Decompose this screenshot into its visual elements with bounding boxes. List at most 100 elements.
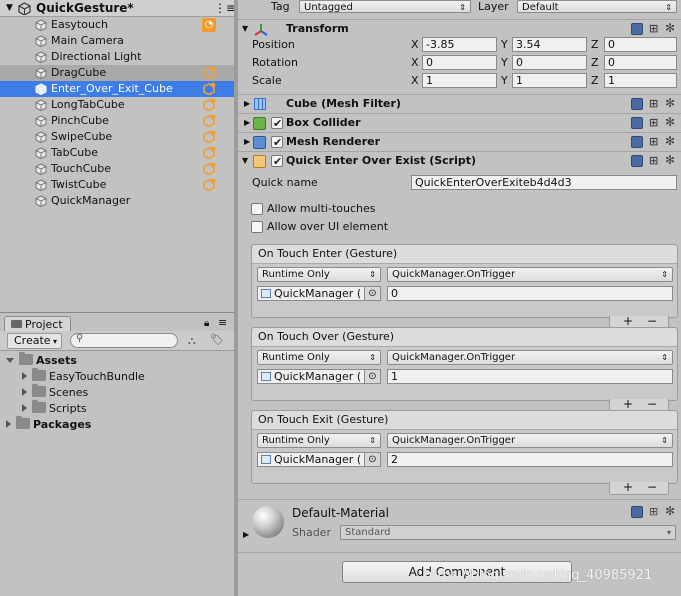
preset-sliders-icon[interactable]: ⊞ — [649, 506, 661, 518]
hierarchy-item[interactable]: Directional Light — [0, 49, 234, 65]
position-x-field[interactable]: -3.85 — [422, 37, 497, 52]
tag-dropdown[interactable]: Untagged ⇕ — [299, 0, 471, 13]
chevron-down-icon[interactable]: ▼ — [242, 20, 248, 38]
filter-type-icon[interactable]: ⛬ — [188, 334, 196, 348]
gear-icon[interactable]: ✻ — [665, 154, 677, 166]
position-z-field[interactable]: 0 — [604, 37, 677, 52]
transform-header[interactable]: ▼ Transform ⊞ ✻ — [238, 19, 681, 38]
hierarchy-item[interactable]: TwistCube — [0, 177, 234, 193]
help-book-icon[interactable] — [631, 136, 643, 148]
chevron-right-icon[interactable]: ▶ — [243, 530, 249, 539]
shader-dropdown[interactable]: Standard ▾ — [340, 525, 676, 540]
rotation-axis-x-label[interactable]: X — [411, 56, 419, 70]
collapse-arrow-icon[interactable] — [6, 420, 11, 428]
hierarchy-item[interactable]: Main Camera — [0, 33, 234, 49]
rotation-axis-z-label[interactable]: Z — [591, 56, 599, 70]
hierarchy-menu-icon[interactable]: ⋮≡ — [214, 1, 234, 15]
runtime-dropdown[interactable]: Runtime Only ⇕ — [257, 350, 381, 365]
help-book-icon[interactable] — [631, 23, 643, 35]
object-field[interactable]: QuickManager (⊙ — [257, 286, 381, 301]
lock-icon[interactable]: 🔒︎ — [204, 318, 209, 329]
search-input[interactable]: ⚲ — [70, 333, 178, 348]
preset-sliders-icon[interactable]: ⊞ — [649, 98, 661, 110]
box-collider-header[interactable]: ▶ Box Collider ⊞✻ — [238, 113, 681, 133]
argument-field[interactable]: 2 — [387, 452, 673, 467]
panel-menu-icon[interactable]: ≡ — [218, 316, 227, 329]
scale-y-field[interactable]: 1 — [512, 73, 587, 88]
hierarchy-item[interactable]: TabCube — [0, 145, 234, 161]
hierarchy-item[interactable]: TouchCube — [0, 161, 234, 177]
hierarchy-item[interactable]: QuickManager — [0, 193, 234, 209]
position-axis-x-label[interactable]: X — [411, 38, 419, 52]
remove-listener-button[interactable]: − — [647, 315, 657, 327]
rotation-y-field[interactable]: 0 — [512, 55, 587, 70]
gear-icon[interactable]: ✻ — [665, 22, 677, 34]
scale-axis-y-label[interactable]: Y — [501, 74, 508, 88]
box-collider-enabled-checkbox[interactable] — [271, 115, 283, 133]
add-listener-button[interactable]: + — [623, 481, 633, 493]
runtime-dropdown[interactable]: Runtime Only ⇕ — [257, 267, 381, 282]
hierarchy-item[interactable]: Enter_Over_Exit_Cube — [0, 81, 234, 97]
argument-field[interactable]: 0 — [387, 286, 673, 301]
tree-item-easytouchbundle[interactable]: EasyTouchBundle — [22, 368, 145, 385]
collapse-arrow-icon[interactable] — [22, 404, 27, 412]
tree-item-packages[interactable]: Packages — [6, 416, 91, 433]
script-component-header[interactable]: ▼ Quick Enter Over Exist (Script) ⊞✻ — [238, 151, 681, 171]
rotation-z-field[interactable]: 0 — [604, 55, 677, 70]
hierarchy-item[interactable]: Easytouch ◔ — [0, 17, 234, 33]
hierarchy-item[interactable]: SwipeCube — [0, 129, 234, 145]
preset-sliders-icon[interactable]: ⊞ — [649, 117, 661, 129]
help-book-icon[interactable] — [631, 506, 643, 518]
hierarchy-item[interactable]: DragCube — [0, 65, 234, 81]
hierarchy-item[interactable]: LongTabCube — [0, 97, 234, 113]
object-field[interactable]: QuickManager (⊙ — [257, 369, 381, 384]
chevron-down-icon[interactable]: ▼ — [6, 3, 13, 13]
gear-icon[interactable]: ✻ — [665, 116, 677, 128]
scale-axis-x-label[interactable]: X — [411, 74, 419, 88]
mesh-renderer-header[interactable]: ▶ Mesh Renderer ⊞✻ — [238, 132, 681, 152]
rotation-x-field[interactable]: 0 — [422, 55, 497, 70]
remove-listener-button[interactable]: − — [647, 481, 657, 493]
quick-name-field[interactable]: QuickEnterOverExiteb4d4d3 — [411, 175, 677, 190]
mesh-filter-header[interactable]: ▶ Cube (Mesh Filter) ⊞ ✻ — [238, 94, 681, 113]
gear-icon[interactable]: ✻ — [665, 135, 677, 147]
function-dropdown[interactable]: QuickManager.OnTrigger ⇕ — [387, 350, 673, 365]
label-filter-icon[interactable]: 🏷︎ — [210, 333, 224, 346]
remove-listener-button[interactable]: − — [647, 398, 657, 410]
hierarchy-item[interactable]: PinchCube — [0, 113, 234, 129]
layer-dropdown[interactable]: Default ⇕ — [517, 0, 677, 13]
position-axis-y-label[interactable]: Y — [501, 38, 508, 52]
material-preview-sphere[interactable] — [252, 506, 284, 538]
gear-icon[interactable]: ✻ — [665, 97, 677, 109]
chevron-right-icon[interactable]: ▶ — [244, 133, 250, 151]
argument-field[interactable]: 1 — [387, 369, 673, 384]
object-picker-icon[interactable]: ⊙ — [364, 287, 380, 300]
script-enabled-checkbox[interactable] — [271, 153, 283, 171]
runtime-dropdown[interactable]: Runtime Only ⇕ — [257, 433, 381, 448]
gear-icon[interactable]: ✻ — [665, 505, 677, 517]
allow-multi-touches-checkbox[interactable] — [251, 203, 263, 215]
add-listener-button[interactable]: + — [623, 315, 633, 327]
function-dropdown[interactable]: QuickManager.OnTrigger ⇕ — [387, 433, 673, 448]
tree-item-scripts[interactable]: Scripts — [22, 400, 87, 417]
scale-axis-z-label[interactable]: Z — [591, 74, 599, 88]
rotation-axis-y-label[interactable]: Y — [501, 56, 508, 70]
create-button[interactable]: Create ▾ — [7, 333, 62, 349]
chevron-down-icon[interactable]: ▼ — [242, 152, 248, 170]
position-y-field[interactable]: 3.54 — [512, 37, 587, 52]
scale-z-field[interactable]: 1 — [604, 73, 677, 88]
help-book-icon[interactable] — [631, 155, 643, 167]
chevron-right-icon[interactable]: ▶ — [244, 95, 250, 113]
mesh-renderer-enabled-checkbox[interactable] — [271, 134, 283, 152]
tab-project[interactable]: Project — [4, 316, 71, 332]
preset-sliders-icon[interactable]: ⊞ — [649, 136, 661, 148]
tree-item-scenes[interactable]: Scenes — [22, 384, 88, 401]
help-book-icon[interactable] — [631, 98, 643, 110]
collapse-arrow-icon[interactable] — [22, 372, 27, 380]
help-book-icon[interactable] — [631, 117, 643, 129]
position-axis-z-label[interactable]: Z — [591, 38, 599, 52]
preset-sliders-icon[interactable]: ⊞ — [649, 23, 661, 35]
object-field[interactable]: QuickManager (⊙ — [257, 452, 381, 467]
function-dropdown[interactable]: QuickManager.OnTrigger ⇕ — [387, 267, 673, 282]
preset-sliders-icon[interactable]: ⊞ — [649, 155, 661, 167]
